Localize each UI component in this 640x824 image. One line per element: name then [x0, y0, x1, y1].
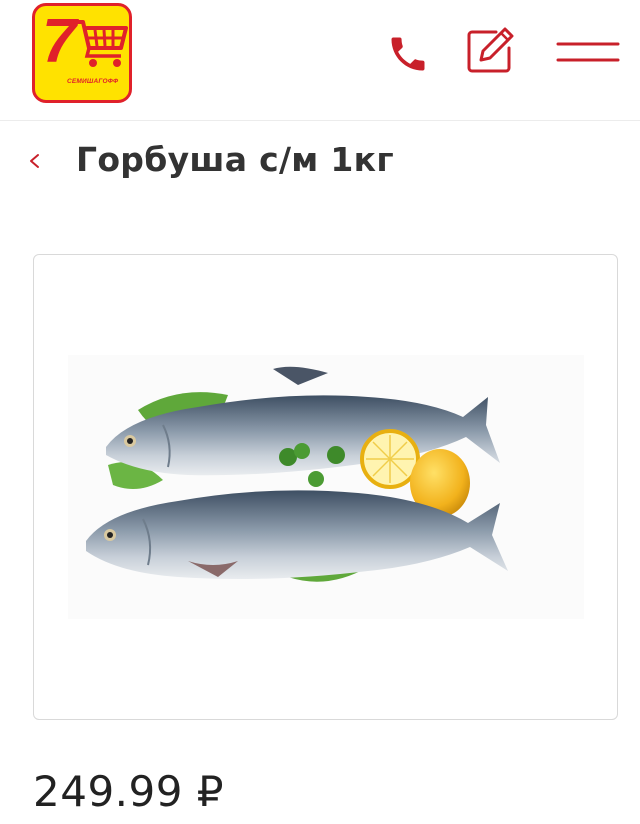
- logo-text: СЕМИШАГОФФ: [67, 78, 119, 85]
- phone-icon[interactable]: [386, 32, 430, 76]
- logo[interactable]: 7 СЕМИШАГОФФ: [32, 3, 132, 103]
- cart-icon: [73, 20, 128, 67]
- product-image-card: [33, 254, 618, 720]
- back-chevron-icon[interactable]: [24, 150, 46, 172]
- fish-image[interactable]: [68, 355, 584, 619]
- page-title: Горбуша с/м 1кг: [76, 140, 394, 179]
- logo-digit: 7: [42, 7, 77, 76]
- edit-icon[interactable]: [466, 26, 516, 74]
- header: 7 СЕМИШАГОФФ: [0, 0, 640, 121]
- price: 249.99 ₽: [33, 767, 225, 816]
- menu-icon[interactable]: [556, 40, 620, 66]
- title-row: Горбуша с/м 1кг: [0, 120, 640, 210]
